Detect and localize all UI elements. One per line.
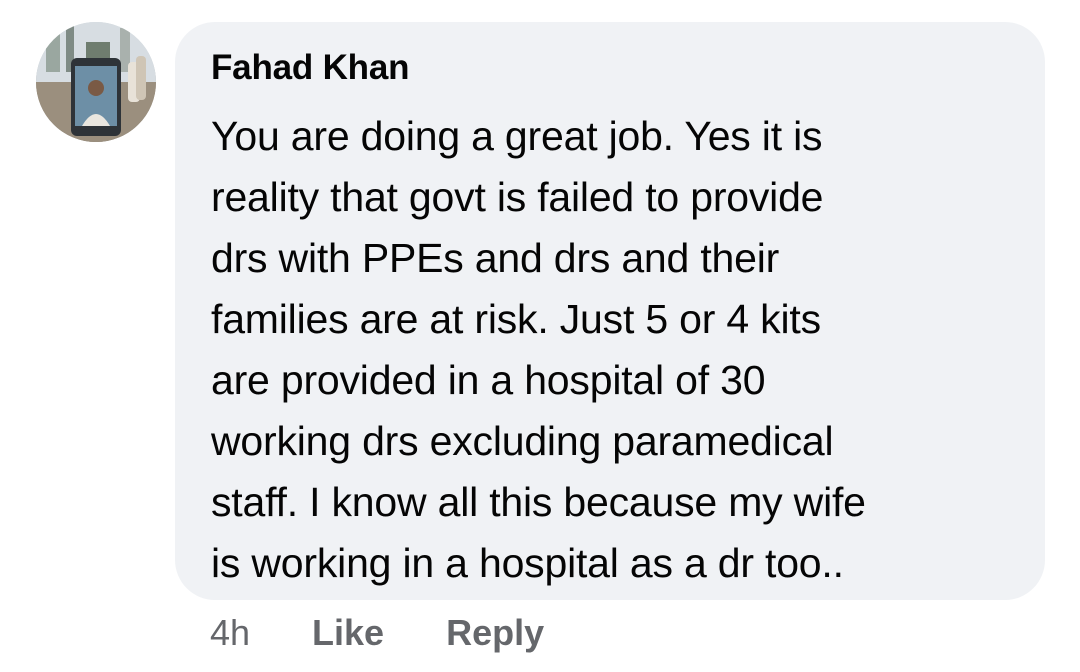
comment-timestamp[interactable]: 4h <box>210 612 250 654</box>
comment-line: You are doing a great job. Yes it is <box>211 113 823 159</box>
comment-author[interactable]: Fahad Khan <box>211 46 1015 90</box>
profile-photo-icon <box>36 22 156 142</box>
comment-actions: 4h Like Reply <box>210 608 544 658</box>
comment-line: staff. I know all this because my wife <box>211 479 866 525</box>
comment-line: drs with PPEs and drs and their <box>211 235 780 281</box>
avatar[interactable] <box>36 22 156 142</box>
reply-button[interactable]: Reply <box>446 612 544 654</box>
comment-line: is working in a hospital as a dr too.. <box>211 540 844 586</box>
like-button[interactable]: Like <box>312 612 384 654</box>
comment-line: families are at risk. Just 5 or 4 kits <box>211 296 821 342</box>
comment-line: working drs excluding paramedical <box>211 418 834 464</box>
comment-text: You are doing a great job. Yes it is rea… <box>211 106 1021 594</box>
comment-bubble: Fahad Khan You are doing a great job. Ye… <box>175 22 1045 600</box>
comment-line: are provided in a hospital of 30 <box>211 357 766 403</box>
comment-line: reality that govt is failed to provide <box>211 174 824 220</box>
